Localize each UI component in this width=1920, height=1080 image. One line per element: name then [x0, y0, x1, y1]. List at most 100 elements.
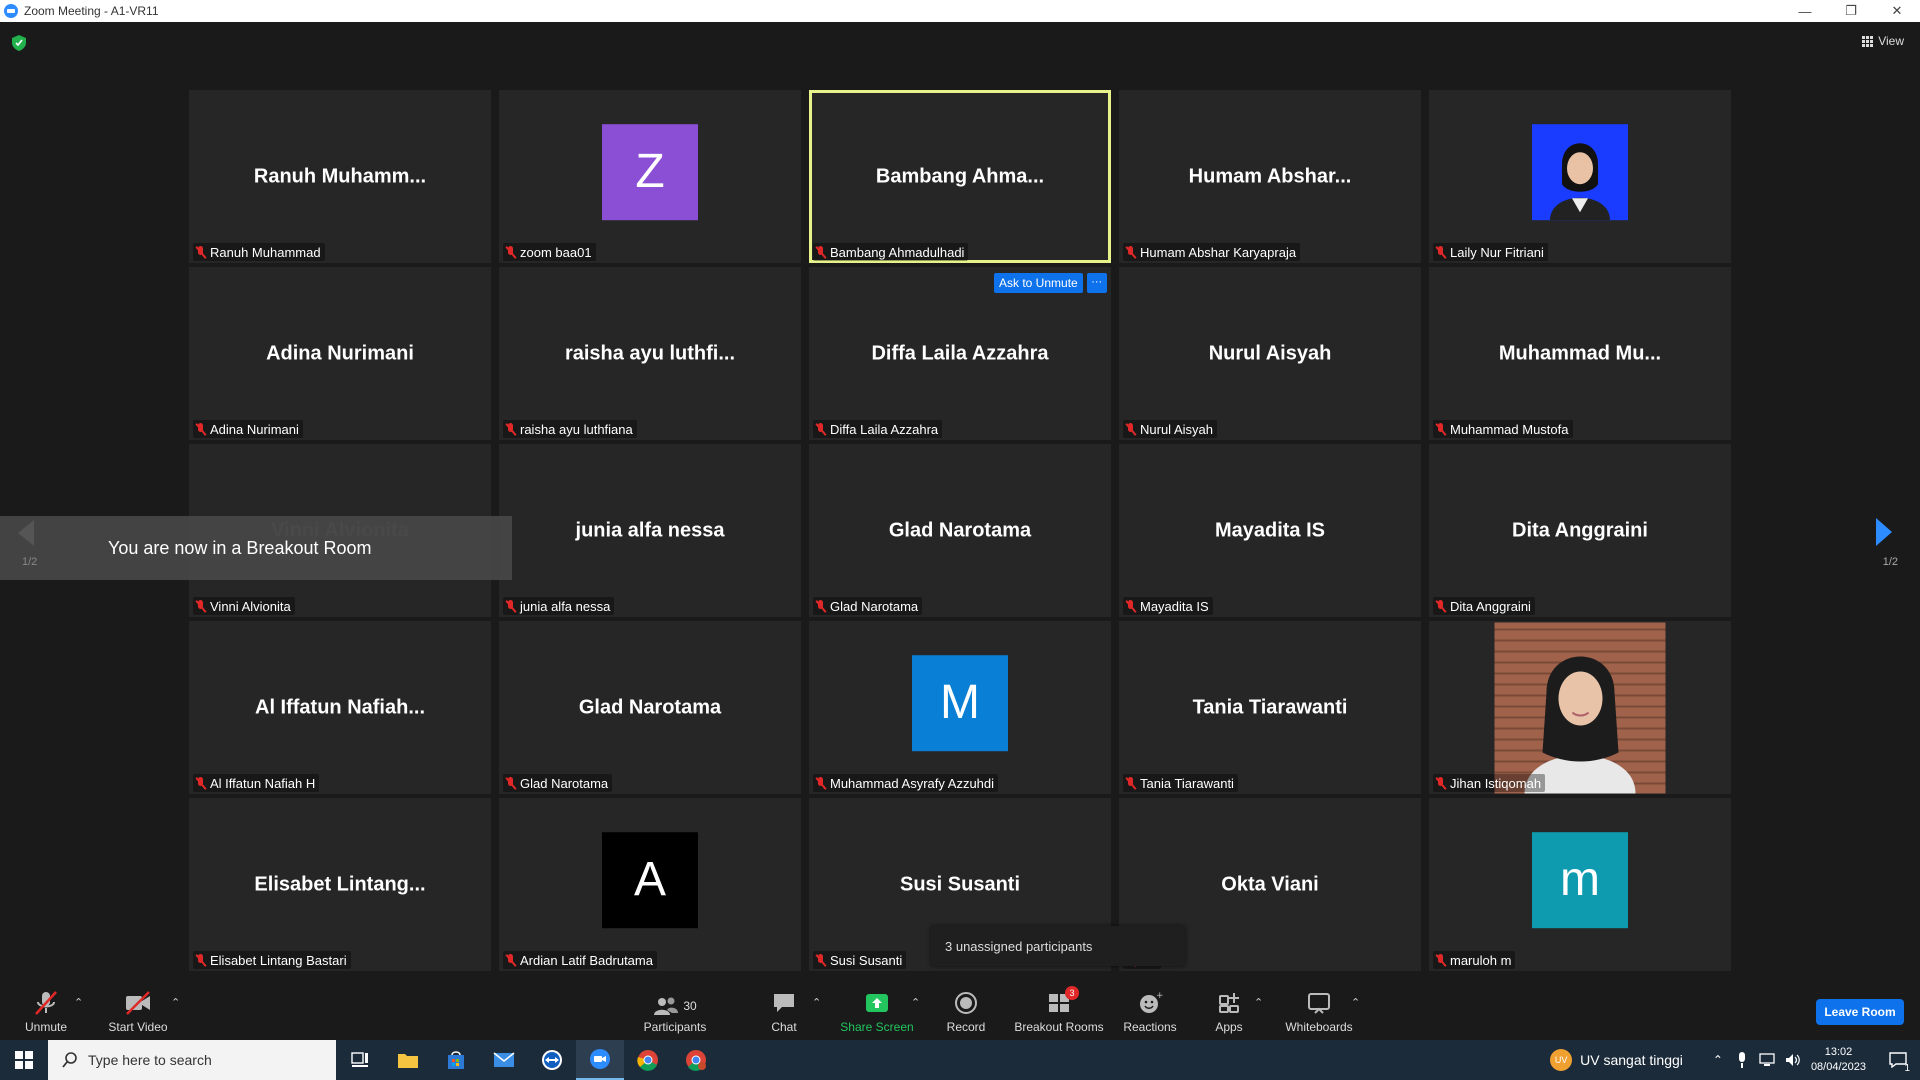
view-label: View — [1878, 34, 1904, 48]
participant-tile[interactable]: M Muhammad Asyrafy Azzuhdi — [809, 621, 1111, 794]
reactions-button[interactable]: + Reactions — [1122, 982, 1178, 1040]
whiteboard-options-caret-icon[interactable]: ⌃ — [1351, 996, 1360, 1009]
store-bag-icon — [448, 1051, 464, 1069]
participant-avatar: m — [1532, 831, 1628, 928]
share-screen-icon — [866, 994, 888, 1012]
task-view-button[interactable] — [336, 1040, 384, 1080]
participant-tile[interactable]: Mayadita IS Mayadita IS — [1119, 444, 1421, 617]
participant-tile[interactable]: Humam Abshar... Humam Abshar Karyapraja — [1119, 90, 1421, 263]
participant-tile[interactable]: Elisabet Lintang... Elisabet Lintang Bast… — [189, 798, 491, 971]
reactions-smiley-icon: + — [1140, 991, 1164, 1013]
show-hidden-icons-chevron-icon[interactable]: ⌃ — [1713, 1053, 1723, 1067]
participant-tile[interactable]: Glad Narotama Glad Narotama — [499, 621, 801, 794]
participant-display-name: Mayadita IS — [1214, 519, 1326, 541]
participant-tile[interactable]: m maruloh m — [1429, 798, 1731, 971]
participant-name-tag: Dita Anggraini — [1433, 597, 1535, 615]
participant-tile[interactable]: Jihan Istiqomah — [1429, 621, 1731, 794]
participant-tile[interactable]: Nurul Aisyah Nurul Aisyah — [1119, 267, 1421, 440]
share-options-caret-icon[interactable]: ⌃ — [911, 996, 920, 1009]
muted-microphone-icon — [35, 991, 57, 1015]
microphone-icon[interactable] — [1737, 1052, 1747, 1068]
participant-tile[interactable]: Ranuh Muhamm... Ranuh Muhammad — [189, 90, 491, 263]
restore-button[interactable]: ❐ — [1828, 0, 1874, 22]
muted-microphone-icon — [815, 245, 827, 259]
breakout-rooms-button[interactable]: 3 Breakout Rooms — [1012, 982, 1106, 1040]
unassigned-participants-popup[interactable]: 3 unassigned participants — [931, 926, 1185, 966]
participant-tile[interactable]: Tania Tiarawanti Tania Tiarawanti — [1119, 621, 1421, 794]
zoom-taskbar-button[interactable] — [576, 1040, 624, 1080]
view-button[interactable]: View — [1862, 34, 1904, 48]
participant-tile[interactable]: raisha ayu luthfi... raisha ayu luthfiana — [499, 267, 801, 440]
weather-text[interactable]: UV sangat tinggi — [1580, 1052, 1683, 1068]
mail-button[interactable] — [480, 1040, 528, 1080]
more-options-button[interactable]: ··· — [1086, 273, 1107, 293]
next-page-arrow-icon[interactable] — [1876, 518, 1892, 546]
breakout-rooms-icon: 3 — [1045, 986, 1079, 1016]
volume-icon[interactable] — [1785, 1053, 1801, 1067]
mail-icon — [493, 1052, 515, 1067]
muted-microphone-icon — [505, 245, 517, 259]
apps-options-caret-icon[interactable]: ⌃ — [1254, 996, 1263, 1009]
chat-button[interactable]: Chat — [764, 982, 804, 1040]
start-video-button[interactable]: Start Video — [104, 982, 172, 1040]
taskbar-search-box[interactable]: Type here to search — [48, 1040, 336, 1080]
teamviewer-button[interactable] — [528, 1040, 576, 1080]
breakout-room-toast: You are now in a Breakout Room — [0, 516, 512, 580]
participant-tile[interactable]: Laily Nur Fitriani — [1429, 90, 1731, 263]
shield-icon[interactable] — [12, 35, 26, 51]
close-button[interactable]: ✕ — [1874, 0, 1920, 22]
windows-logo-icon — [15, 1051, 33, 1069]
participant-display-name: junia alfa nessa — [575, 519, 725, 541]
search-icon — [62, 1052, 77, 1068]
system-clock[interactable]: 13:02 08/04/2023 — [1811, 1045, 1866, 1075]
title-bar: Zoom Meeting - A1-VR11 — ❐ ✕ — [0, 0, 1920, 22]
participant-tile[interactable]: Bambang Ahma... Bambang Ahmadulhadi — [809, 90, 1111, 263]
chat-options-caret-icon[interactable]: ⌃ — [812, 996, 821, 1009]
muted-microphone-icon — [815, 422, 827, 436]
network-icon[interactable] — [1759, 1053, 1775, 1067]
muted-microphone-icon — [1435, 953, 1447, 967]
participant-display-name: Susi Susanti — [899, 873, 1021, 895]
share-screen-button[interactable]: Share Screen — [838, 982, 916, 1040]
participant-tile[interactable]: Glad Narotama Glad Narotama — [809, 444, 1111, 617]
previous-page-arrow-icon[interactable] — [18, 520, 34, 546]
grid-view-icon — [1862, 35, 1874, 47]
chrome-button[interactable] — [624, 1040, 672, 1080]
participant-display-name: Al Iffatun Nafiah... — [255, 696, 425, 718]
unmute-button[interactable]: Unmute — [18, 982, 74, 1040]
apps-button[interactable]: Apps — [1210, 982, 1248, 1040]
notification-center-button[interactable]: 1 — [1876, 1040, 1920, 1080]
participant-tile[interactable]: Zzoom baa01 — [499, 90, 801, 263]
notification-count: 1 — [1904, 1063, 1910, 1074]
participant-tile[interactable]: A Ardian Latif Badrutama — [499, 798, 801, 971]
muted-microphone-icon — [1435, 245, 1447, 259]
ask-to-unmute-group: Ask to Unmute ··· — [994, 273, 1107, 293]
video-options-caret-icon[interactable]: ⌃ — [171, 996, 180, 1009]
uv-weather-icon[interactable]: UV — [1550, 1049, 1573, 1071]
ask-to-unmute-button[interactable]: Ask to Unmute — [994, 273, 1083, 293]
muted-microphone-icon — [1435, 599, 1447, 613]
participant-display-name: Tania Tiarawanti — [1192, 696, 1348, 718]
participant-tile[interactable]: Adina Nurimani Adina Nurimani — [189, 267, 491, 440]
participant-name-label: junia alfa nessa — [520, 598, 611, 614]
participant-display-name: Humam Abshar... — [1188, 165, 1352, 187]
participant-tile[interactable]: junia alfa nessa junia alfa nessa — [499, 444, 801, 617]
record-button[interactable]: Record — [944, 982, 988, 1040]
participant-name-label: Mayadita IS — [1140, 598, 1209, 614]
participant-tile[interactable]: Al Iffatun Nafiah... Al Iffatun Nafiah H — [189, 621, 491, 794]
participants-button[interactable]: 30 Participants — [640, 982, 710, 1040]
participant-tile[interactable]: Dita Anggraini Dita Anggraini — [1429, 444, 1731, 617]
file-explorer-button[interactable] — [384, 1040, 432, 1080]
audio-options-caret-icon[interactable]: ⌃ — [74, 996, 83, 1009]
leave-room-button[interactable]: Leave Room — [1816, 999, 1904, 1025]
participant-name-label: Tania Tiarawanti — [1140, 775, 1234, 791]
participant-name-label: Glad Narotama — [520, 775, 609, 791]
store-button[interactable] — [432, 1040, 480, 1080]
participant-tile[interactable]: Muhammad Mu... Muhammad Mustofa — [1429, 267, 1731, 440]
start-button[interactable] — [0, 1040, 48, 1080]
participants-label: Participants — [643, 1020, 707, 1034]
participant-name-tag: Muhammad Asyrafy Azzuhdi — [813, 774, 999, 792]
minimize-button[interactable]: — — [1782, 0, 1828, 22]
whiteboards-button[interactable]: Whiteboards — [1282, 982, 1356, 1040]
chrome-profile-button[interactable] — [672, 1040, 720, 1080]
